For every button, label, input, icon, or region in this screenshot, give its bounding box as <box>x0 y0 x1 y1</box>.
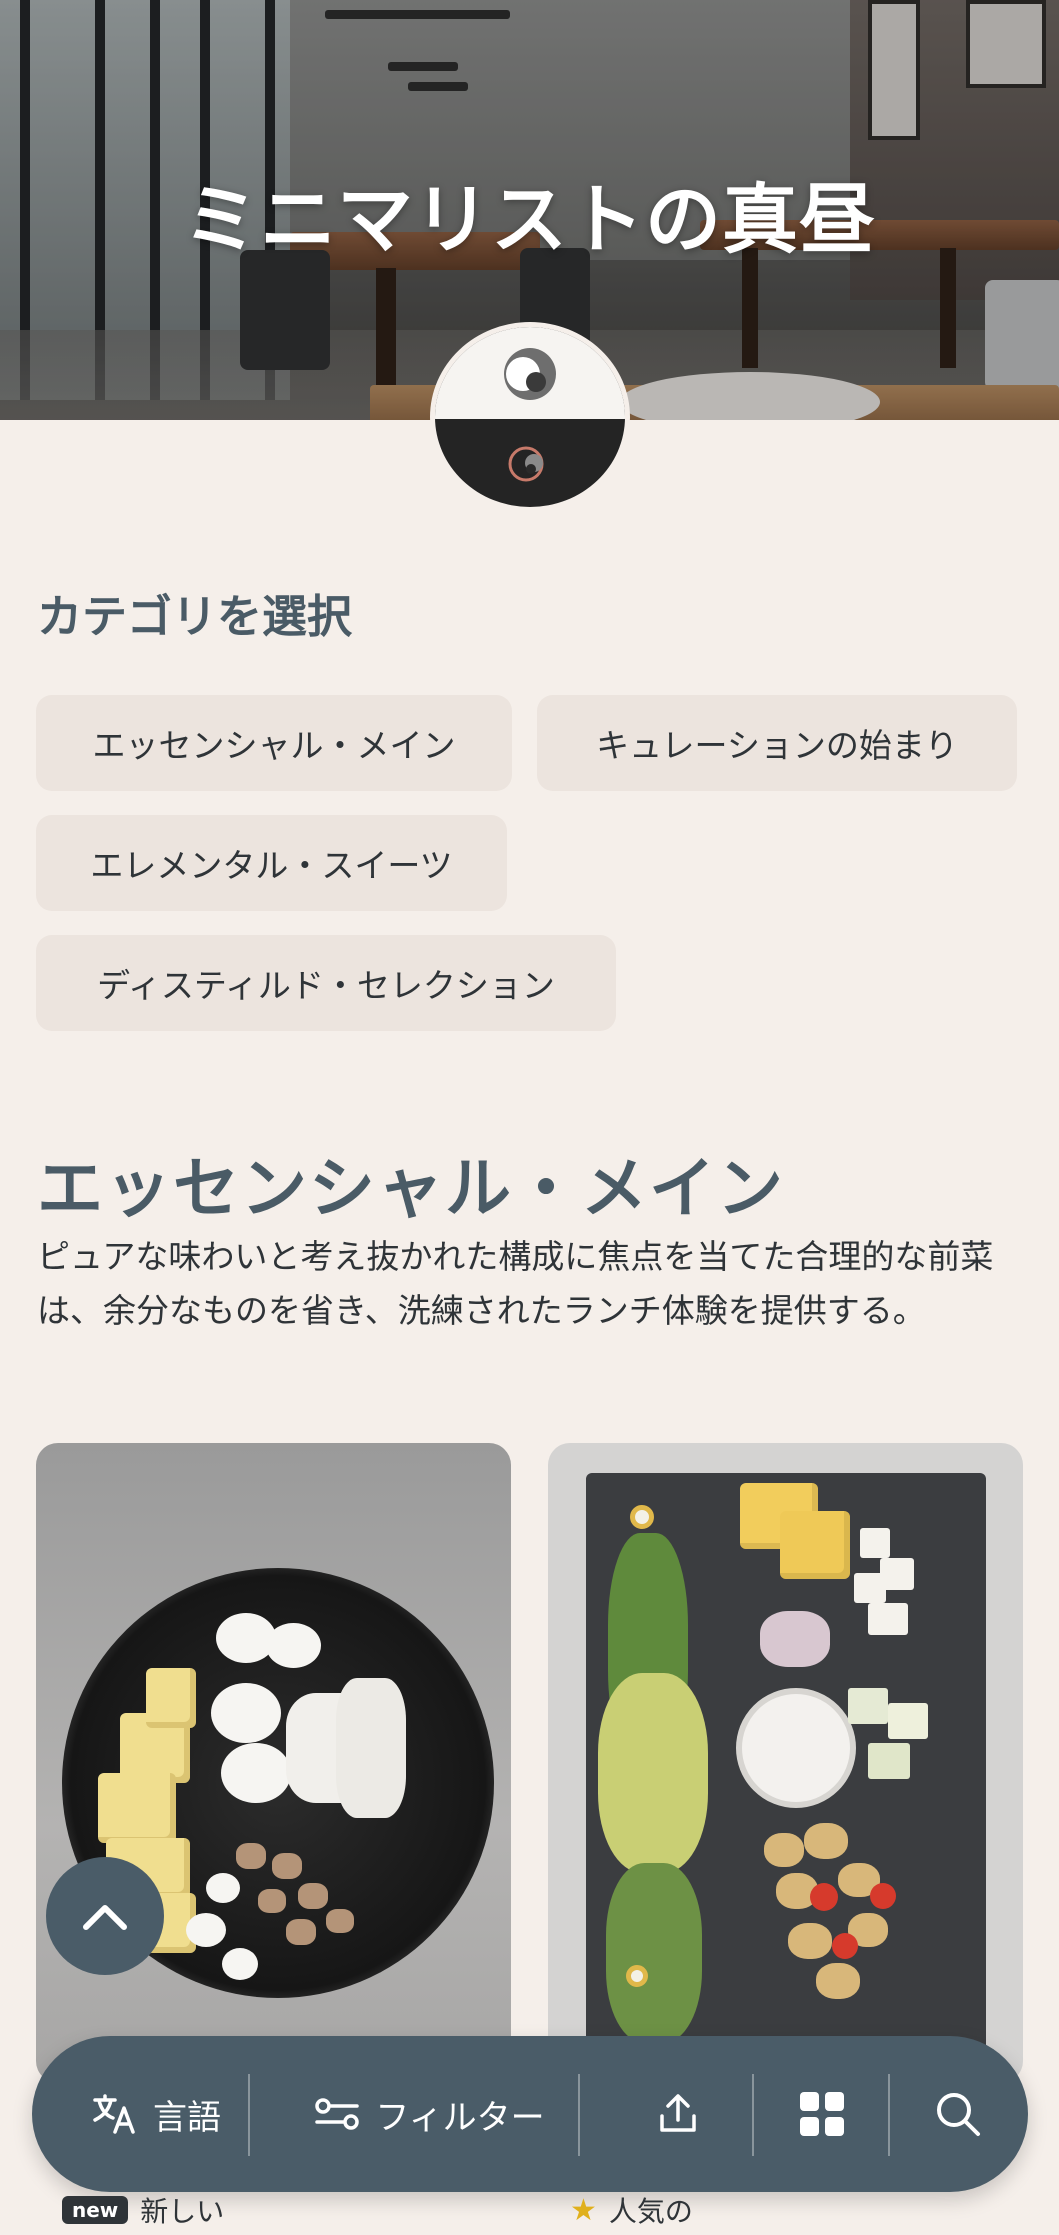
filter-button[interactable]: フィルター <box>264 2036 594 2192</box>
grid-view-button[interactable] <box>772 2036 872 2192</box>
bottom-toolbar: 言語 フィルター <box>32 2036 1028 2192</box>
share-button[interactable] <box>628 2036 728 2192</box>
category-chip-essential-main[interactable]: エッセンシャル・メイン <box>36 695 512 791</box>
category-chip-label: ディスティルド・セレクション <box>97 966 555 1005</box>
category-chip-label: エレメンタル・スイーツ <box>90 846 453 885</box>
page-title: ミニマリストの真昼 <box>183 175 876 264</box>
search-icon <box>937 2093 980 2136</box>
share-icon <box>660 2094 696 2132</box>
new-label: 新しい <box>140 2195 225 2228</box>
category-chip-label: エッセンシャル・メイン <box>92 726 456 765</box>
category-chip-elemental-sweets[interactable]: エレメンタル・スイーツ <box>36 815 507 911</box>
chevron-up-icon <box>83 1905 127 1930</box>
language-label: 言語 <box>153 2097 221 2138</box>
popular-hint: ★ 人気の <box>570 2190 693 2230</box>
category-chip-label: キュレーションの始まり <box>596 726 958 765</box>
category-chip-distilled-selection[interactable]: ディスティルド・セレクション <box>36 935 616 1031</box>
restaurant-logo <box>430 322 630 512</box>
section-description: ピュアな味わいと考え抜かれた構成に焦点を当てた合理的な前菜は、余分なものを省き、… <box>37 1237 994 1330</box>
filter-label: フィルター <box>375 2097 545 2138</box>
logo-mark-icon <box>504 348 556 482</box>
star-icon: ★ <box>570 2192 597 2228</box>
section-title: エッセンシャル・メイン <box>37 1150 785 1227</box>
menu-card-image[interactable] <box>548 1443 1023 2083</box>
language-button[interactable]: 言語 <box>66 2036 246 2192</box>
category-chip-curation-start[interactable]: キュレーションの始まり <box>537 695 1017 791</box>
search-button[interactable] <box>908 2036 1008 2192</box>
translate-icon <box>93 2094 135 2134</box>
filter-icon <box>315 2098 360 2130</box>
scroll-to-top-button[interactable] <box>46 1857 164 1975</box>
category-heading: カテゴリを選択 <box>37 590 353 643</box>
new-badge: new <box>62 2196 129 2224</box>
new-hint: new 新しい <box>62 2190 224 2230</box>
menu-card-image[interactable] <box>36 1443 511 2083</box>
popular-label: 人気の <box>608 2195 693 2228</box>
grid-icon <box>800 2092 844 2136</box>
